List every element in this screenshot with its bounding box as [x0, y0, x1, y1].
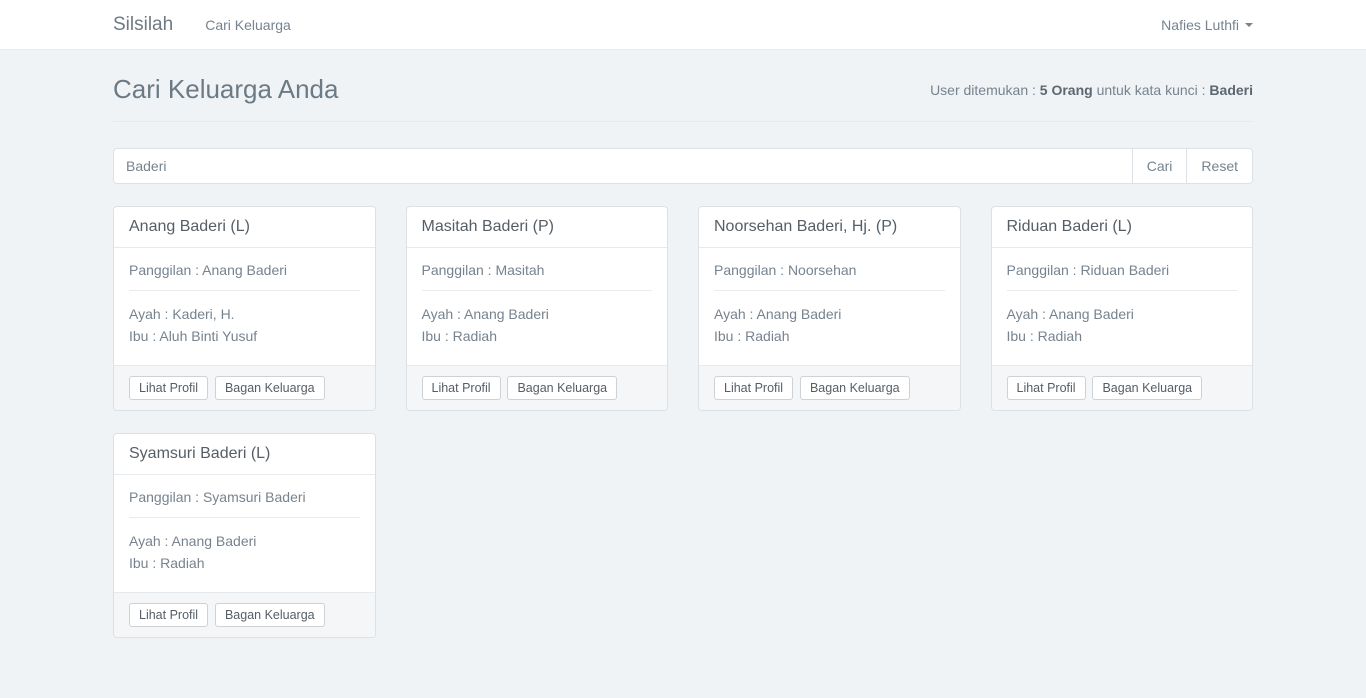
- search-form: Cari Reset: [113, 148, 1253, 184]
- result-count: 5 Orang: [1040, 82, 1093, 98]
- main-content: Cari Keluarga Anda User ditemukan : 5 Or…: [98, 74, 1268, 698]
- reset-button[interactable]: Reset: [1187, 148, 1253, 184]
- person-nickname: Panggilan : Syamsuri Baderi: [129, 489, 360, 505]
- person-card-body: Panggilan : Syamsuri Baderi Ayah : Anang…: [114, 475, 375, 592]
- bagan-keluarga-button[interactable]: Bagan Keluarga: [507, 376, 617, 400]
- divider: [714, 290, 945, 291]
- divider: [422, 290, 653, 291]
- lihat-profil-button[interactable]: Lihat Profil: [1007, 376, 1086, 400]
- lihat-profil-button[interactable]: Lihat Profil: [129, 603, 208, 627]
- search-input[interactable]: [113, 148, 1133, 184]
- person-nickname: Panggilan : Noorsehan: [714, 262, 945, 278]
- person-father: Ayah : Kaderi, H.: [129, 303, 360, 325]
- person-card-body: Panggilan : Masitah Ayah : Anang Baderi …: [407, 248, 668, 365]
- person-card-body: Panggilan : Anang Baderi Ayah : Kaderi, …: [114, 248, 375, 365]
- person-mother: Ibu : Radiah: [1007, 325, 1238, 347]
- user-name: Nafies Luthfi: [1161, 17, 1239, 33]
- person-card: Masitah Baderi (P) Panggilan : Masitah A…: [406, 206, 669, 411]
- person-card-title: Syamsuri Baderi (L): [114, 434, 375, 475]
- person-father: Ayah : Anang Baderi: [714, 303, 945, 325]
- lihat-profil-button[interactable]: Lihat Profil: [714, 376, 793, 400]
- person-nickname: Panggilan : Anang Baderi: [129, 262, 360, 278]
- person-card-footer: Lihat Profil Bagan Keluarga: [114, 592, 375, 637]
- navbar: Silsilah Cari Keluarga Nafies Luthfi: [0, 0, 1366, 50]
- page-title: Cari Keluarga Anda: [113, 74, 338, 105]
- divider: [129, 290, 360, 291]
- person-father: Ayah : Anang Baderi: [129, 530, 360, 552]
- person-mother: Ibu : Aluh Binti Yusuf: [129, 325, 360, 347]
- bagan-keluarga-button[interactable]: Bagan Keluarga: [215, 603, 325, 627]
- person-father: Ayah : Anang Baderi: [1007, 303, 1238, 325]
- brand-silsilah[interactable]: Silsilah: [113, 14, 173, 36]
- person-card-title: Noorsehan Baderi, Hj. (P): [699, 207, 960, 248]
- person-card-title: Anang Baderi (L): [114, 207, 375, 248]
- caret-down-icon: [1245, 23, 1253, 27]
- person-card-footer: Lihat Profil Bagan Keluarga: [114, 365, 375, 410]
- person-card-title: Masitah Baderi (P): [407, 207, 668, 248]
- person-card-body: Panggilan : Riduan Baderi Ayah : Anang B…: [992, 248, 1253, 365]
- person-nickname: Panggilan : Riduan Baderi: [1007, 262, 1238, 278]
- person-cards-grid: Anang Baderi (L) Panggilan : Anang Bader…: [113, 206, 1253, 698]
- result-prefix: User ditemukan :: [930, 82, 1040, 98]
- lihat-profil-button[interactable]: Lihat Profil: [422, 376, 501, 400]
- person-card-footer: Lihat Profil Bagan Keluarga: [407, 365, 668, 410]
- divider: [129, 517, 360, 518]
- person-father: Ayah : Anang Baderi: [422, 303, 653, 325]
- person-card-body: Panggilan : Noorsehan Ayah : Anang Bader…: [699, 248, 960, 365]
- divider: [1007, 290, 1238, 291]
- bagan-keluarga-button[interactable]: Bagan Keluarga: [1092, 376, 1202, 400]
- nav-item-cari-keluarga[interactable]: Cari Keluarga: [205, 17, 291, 33]
- person-mother: Ibu : Radiah: [714, 325, 945, 347]
- person-card: Anang Baderi (L) Panggilan : Anang Bader…: [113, 206, 376, 411]
- bagan-keluarga-button[interactable]: Bagan Keluarga: [215, 376, 325, 400]
- page-header: Cari Keluarga Anda User ditemukan : 5 Or…: [113, 74, 1253, 122]
- person-nickname: Panggilan : Masitah: [422, 262, 653, 278]
- result-middle: untuk kata kunci :: [1093, 82, 1210, 98]
- result-keyword: Baderi: [1209, 82, 1253, 98]
- person-card: Noorsehan Baderi, Hj. (P) Panggilan : No…: [698, 206, 961, 411]
- user-dropdown[interactable]: Nafies Luthfi: [1161, 17, 1253, 33]
- search-result-summary: User ditemukan : 5 Orang untuk kata kunc…: [930, 82, 1253, 98]
- person-card: Syamsuri Baderi (L) Panggilan : Syamsuri…: [113, 433, 376, 638]
- lihat-profil-button[interactable]: Lihat Profil: [129, 376, 208, 400]
- person-mother: Ibu : Radiah: [129, 552, 360, 574]
- cari-button[interactable]: Cari: [1133, 148, 1188, 184]
- person-card: Riduan Baderi (L) Panggilan : Riduan Bad…: [991, 206, 1254, 411]
- bagan-keluarga-button[interactable]: Bagan Keluarga: [800, 376, 910, 400]
- person-card-title: Riduan Baderi (L): [992, 207, 1253, 248]
- person-mother: Ibu : Radiah: [422, 325, 653, 347]
- person-card-footer: Lihat Profil Bagan Keluarga: [699, 365, 960, 410]
- person-card-footer: Lihat Profil Bagan Keluarga: [992, 365, 1253, 410]
